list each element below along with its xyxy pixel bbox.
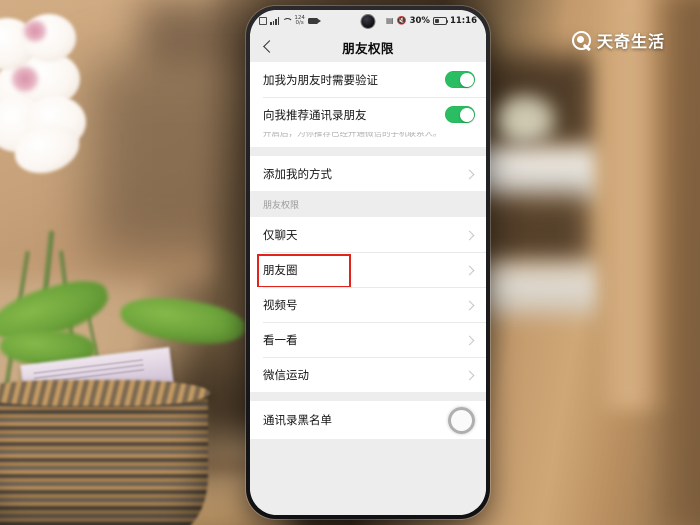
page-title: 朋友权限 [342, 40, 394, 56]
row-recommend-contacts[interactable]: 向我推荐通讯录朋友 [250, 97, 486, 132]
group-divider [250, 392, 486, 402]
wifi-icon [282, 18, 291, 25]
logo-circle-icon [572, 30, 591, 50]
status-bar-right: ▤ 🔇 30% 11:16 [386, 16, 477, 26]
status-bar: 124 0/s ▤ 🔇 30% 11:16 [250, 10, 486, 32]
background-right-shadow [660, 0, 700, 525]
wicker-basket [0, 386, 208, 525]
toggle-recommend-contacts[interactable] [445, 106, 475, 123]
chevron-right-icon [465, 335, 475, 345]
settings-group-blacklist: 通讯录黑名单 [250, 401, 486, 440]
row-friend-verification[interactable]: 加我为朋友时需要验证 [250, 62, 486, 97]
chevron-right-icon [465, 370, 475, 380]
network-speed-icon: 124 0/s [294, 14, 305, 26]
chevron-right-icon [465, 265, 475, 275]
row-label: 视频号 [263, 297, 298, 312]
row-add-me-method[interactable]: 添加我的方式 [250, 156, 486, 192]
row-moments[interactable]: 朋友圈 [250, 252, 486, 289]
battery-charging-icon [432, 17, 449, 25]
watermark-text: 天奇生活 [597, 32, 666, 51]
status-bar-left: 124 0/s [259, 14, 321, 27]
wicker-basket-rim [0, 380, 210, 406]
row-label: 向我推荐通讯录朋友 [263, 107, 367, 122]
vibrate-icon: ▤ [386, 16, 394, 25]
chevron-right-icon [465, 230, 475, 240]
row-label: 微信运动 [263, 367, 309, 382]
battery-percent-label: 30% [409, 16, 430, 26]
phone-screen: 124 0/s ▤ 🔇 30% 11:16 朋友权限 加我为朋友时需要验证 向我… [250, 10, 486, 515]
row-label: 添加我的方式 [263, 166, 332, 181]
toggle-knob [459, 72, 474, 87]
row-chat-only[interactable]: 仅聊天 [250, 217, 486, 253]
row-label: 朋友圈 [263, 262, 298, 277]
section-header-friend-permissions: 朋友权限 [250, 191, 486, 218]
orchid-flower-center [10, 66, 40, 92]
navigation-bar: 朋友权限 [250, 32, 486, 62]
row-label: 加我为朋友时需要验证 [263, 72, 378, 87]
settings-content: 加我为朋友时需要验证 向我推荐通讯录朋友 开启后，为你推荐已经开通微信的手机联系… [250, 62, 486, 515]
mute-icon: 🔇 [396, 16, 407, 25]
settings-group-verification: 加我为朋友时需要验证 向我推荐通讯录朋友 开启后，为你推荐已经开通微信的手机联系… [250, 62, 486, 148]
toggle-knob [459, 107, 474, 122]
watermark: 天奇生活 [572, 28, 665, 52]
chevron-right-icon [465, 300, 475, 310]
sim-card-icon [259, 17, 267, 25]
background-bowl [495, 95, 555, 143]
screenshot-root: 天奇生活 124 0/s ▤ 🔇 30% 11:16 朋友权限 加我为朋友时需要… [0, 0, 700, 525]
row-top-stories[interactable]: 看一看 [250, 322, 486, 358]
phone-device: 124 0/s ▤ 🔇 30% 11:16 朋友权限 加我为朋友时需要验证 向我… [246, 6, 490, 519]
settings-group-add-method: 添加我的方式 [250, 156, 486, 192]
signal-bars-icon [270, 17, 280, 25]
background-folded-linens-lower [480, 265, 605, 313]
row-label: 仅聊天 [263, 227, 298, 242]
row-label: 看一看 [263, 332, 298, 347]
row-contacts-blacklist[interactable]: 通讯录黑名单 [250, 401, 486, 440]
clock-label: 11:16 [449, 16, 477, 26]
settings-group-permissions: 仅聊天 朋友圈 视频号 看一看 微信运动 [250, 217, 486, 393]
video-recording-icon [307, 18, 321, 24]
toggle-friend-verification[interactable] [445, 71, 475, 88]
orchid-flower-center [22, 20, 48, 42]
row-label: 通讯录黑名单 [263, 413, 332, 428]
chevron-right-icon [465, 169, 475, 179]
front-camera-punch-hole [361, 15, 375, 28]
touch-indicator-icon [448, 406, 475, 434]
row-wechat-sport[interactable]: 微信运动 [250, 357, 486, 393]
group-divider [250, 147, 486, 157]
row-channels[interactable]: 视频号 [250, 287, 486, 323]
